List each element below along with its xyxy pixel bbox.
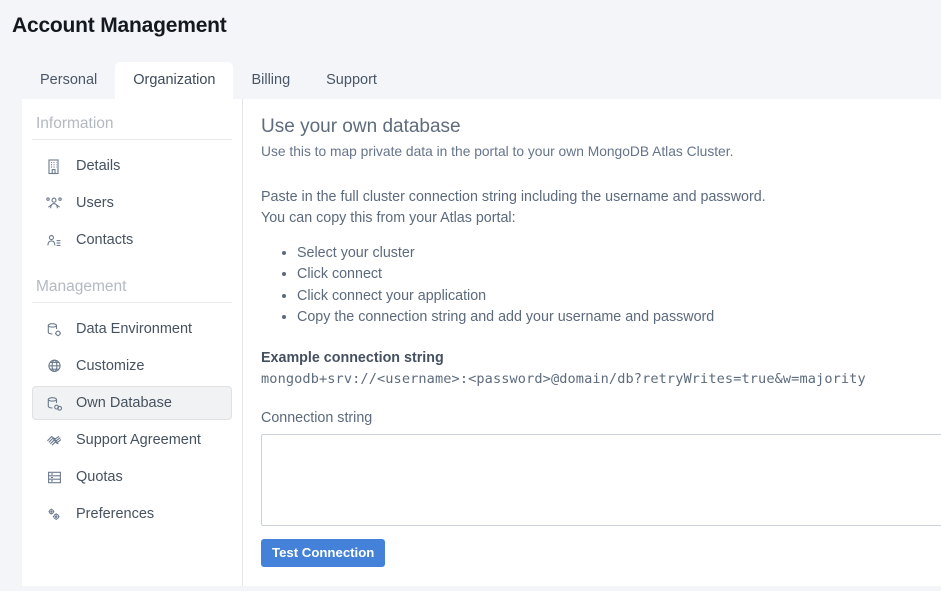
section-subtitle: Use this to map private data in the port… (261, 143, 734, 159)
users-group-icon (43, 195, 65, 212)
sidebar-item-details[interactable]: Details (32, 149, 232, 183)
sidebar-item-label: Contacts (76, 231, 134, 248)
tab-organization[interactable]: Organization (115, 61, 234, 99)
list-item: Click connect your application (297, 286, 941, 307)
sidebar-item-preferences[interactable]: Preferences (32, 497, 232, 531)
section-heading: Use your own database (261, 116, 461, 137)
sidebar-item-label: Quotas (76, 468, 123, 485)
sidebar-item-customize[interactable]: Customize (32, 349, 232, 383)
content-panel: Information Details Users Contacts Manag… (22, 99, 941, 586)
building-icon (43, 158, 65, 175)
sidebar-divider (32, 302, 232, 303)
settings-sidebar: Information Details Users Contacts Manag… (22, 99, 243, 586)
sidebar-item-contacts[interactable]: Contacts (32, 223, 232, 257)
sidebar-divider (32, 139, 232, 140)
tab-personal[interactable]: Personal (22, 62, 115, 100)
page-title: Account Management (12, 14, 227, 37)
connection-string-input[interactable] (261, 433, 941, 526)
sidebar-item-label: Preferences (76, 505, 155, 522)
tab-bar: Personal Organization Billing Support (0, 57, 941, 99)
sidebar-item-label: Own Database (76, 394, 172, 411)
gears-icon (43, 506, 65, 523)
sidebar-item-support-agreement[interactable]: Support Agreement (32, 423, 232, 457)
handshake-icon (43, 432, 65, 449)
list-item: Click connect (297, 264, 941, 285)
sidebar-item-label: Support Agreement (76, 431, 201, 448)
sidebar-item-data-environment[interactable]: Data Environment (32, 312, 232, 346)
instructions-line-1: Paste in the full cluster connection str… (261, 189, 766, 206)
tab-support[interactable]: Support (308, 62, 395, 100)
sidebar-item-label: Data Environment (76, 320, 193, 337)
list-item: Copy the connection string and add your … (297, 307, 941, 328)
contact-card-icon (43, 232, 65, 249)
sidebar-section-management: Management (36, 278, 127, 295)
tab-billing[interactable]: Billing (233, 62, 308, 100)
instructions-line-2: You can copy this from your Atlas portal… (261, 210, 516, 227)
database-link-icon (43, 395, 65, 412)
list-item: Select your cluster (297, 243, 941, 264)
sidebar-item-label: Users (76, 194, 114, 211)
database-gear-icon (43, 321, 65, 338)
globe-icon (43, 358, 65, 375)
sidebar-item-users[interactable]: Users (32, 186, 232, 220)
own-database-content: Use your own database Use this to map pr… (243, 99, 941, 586)
server-stack-icon (43, 469, 65, 486)
test-connection-button[interactable]: Test Connection (261, 538, 386, 567)
sidebar-item-quotas[interactable]: Quotas (32, 460, 232, 494)
sidebar-item-label: Details (76, 157, 121, 174)
connection-string-label: Connection string (261, 409, 373, 426)
example-connection-string-label: Example connection string (261, 349, 444, 366)
sidebar-item-label: Customize (76, 357, 145, 374)
steps-list: Select your cluster Click connect Click … (279, 243, 941, 329)
example-connection-string-value: mongodb+srv://<username>:<password>@doma… (261, 370, 866, 387)
sidebar-section-information: Information (36, 115, 114, 132)
sidebar-item-own-database[interactable]: Own Database (32, 386, 232, 420)
